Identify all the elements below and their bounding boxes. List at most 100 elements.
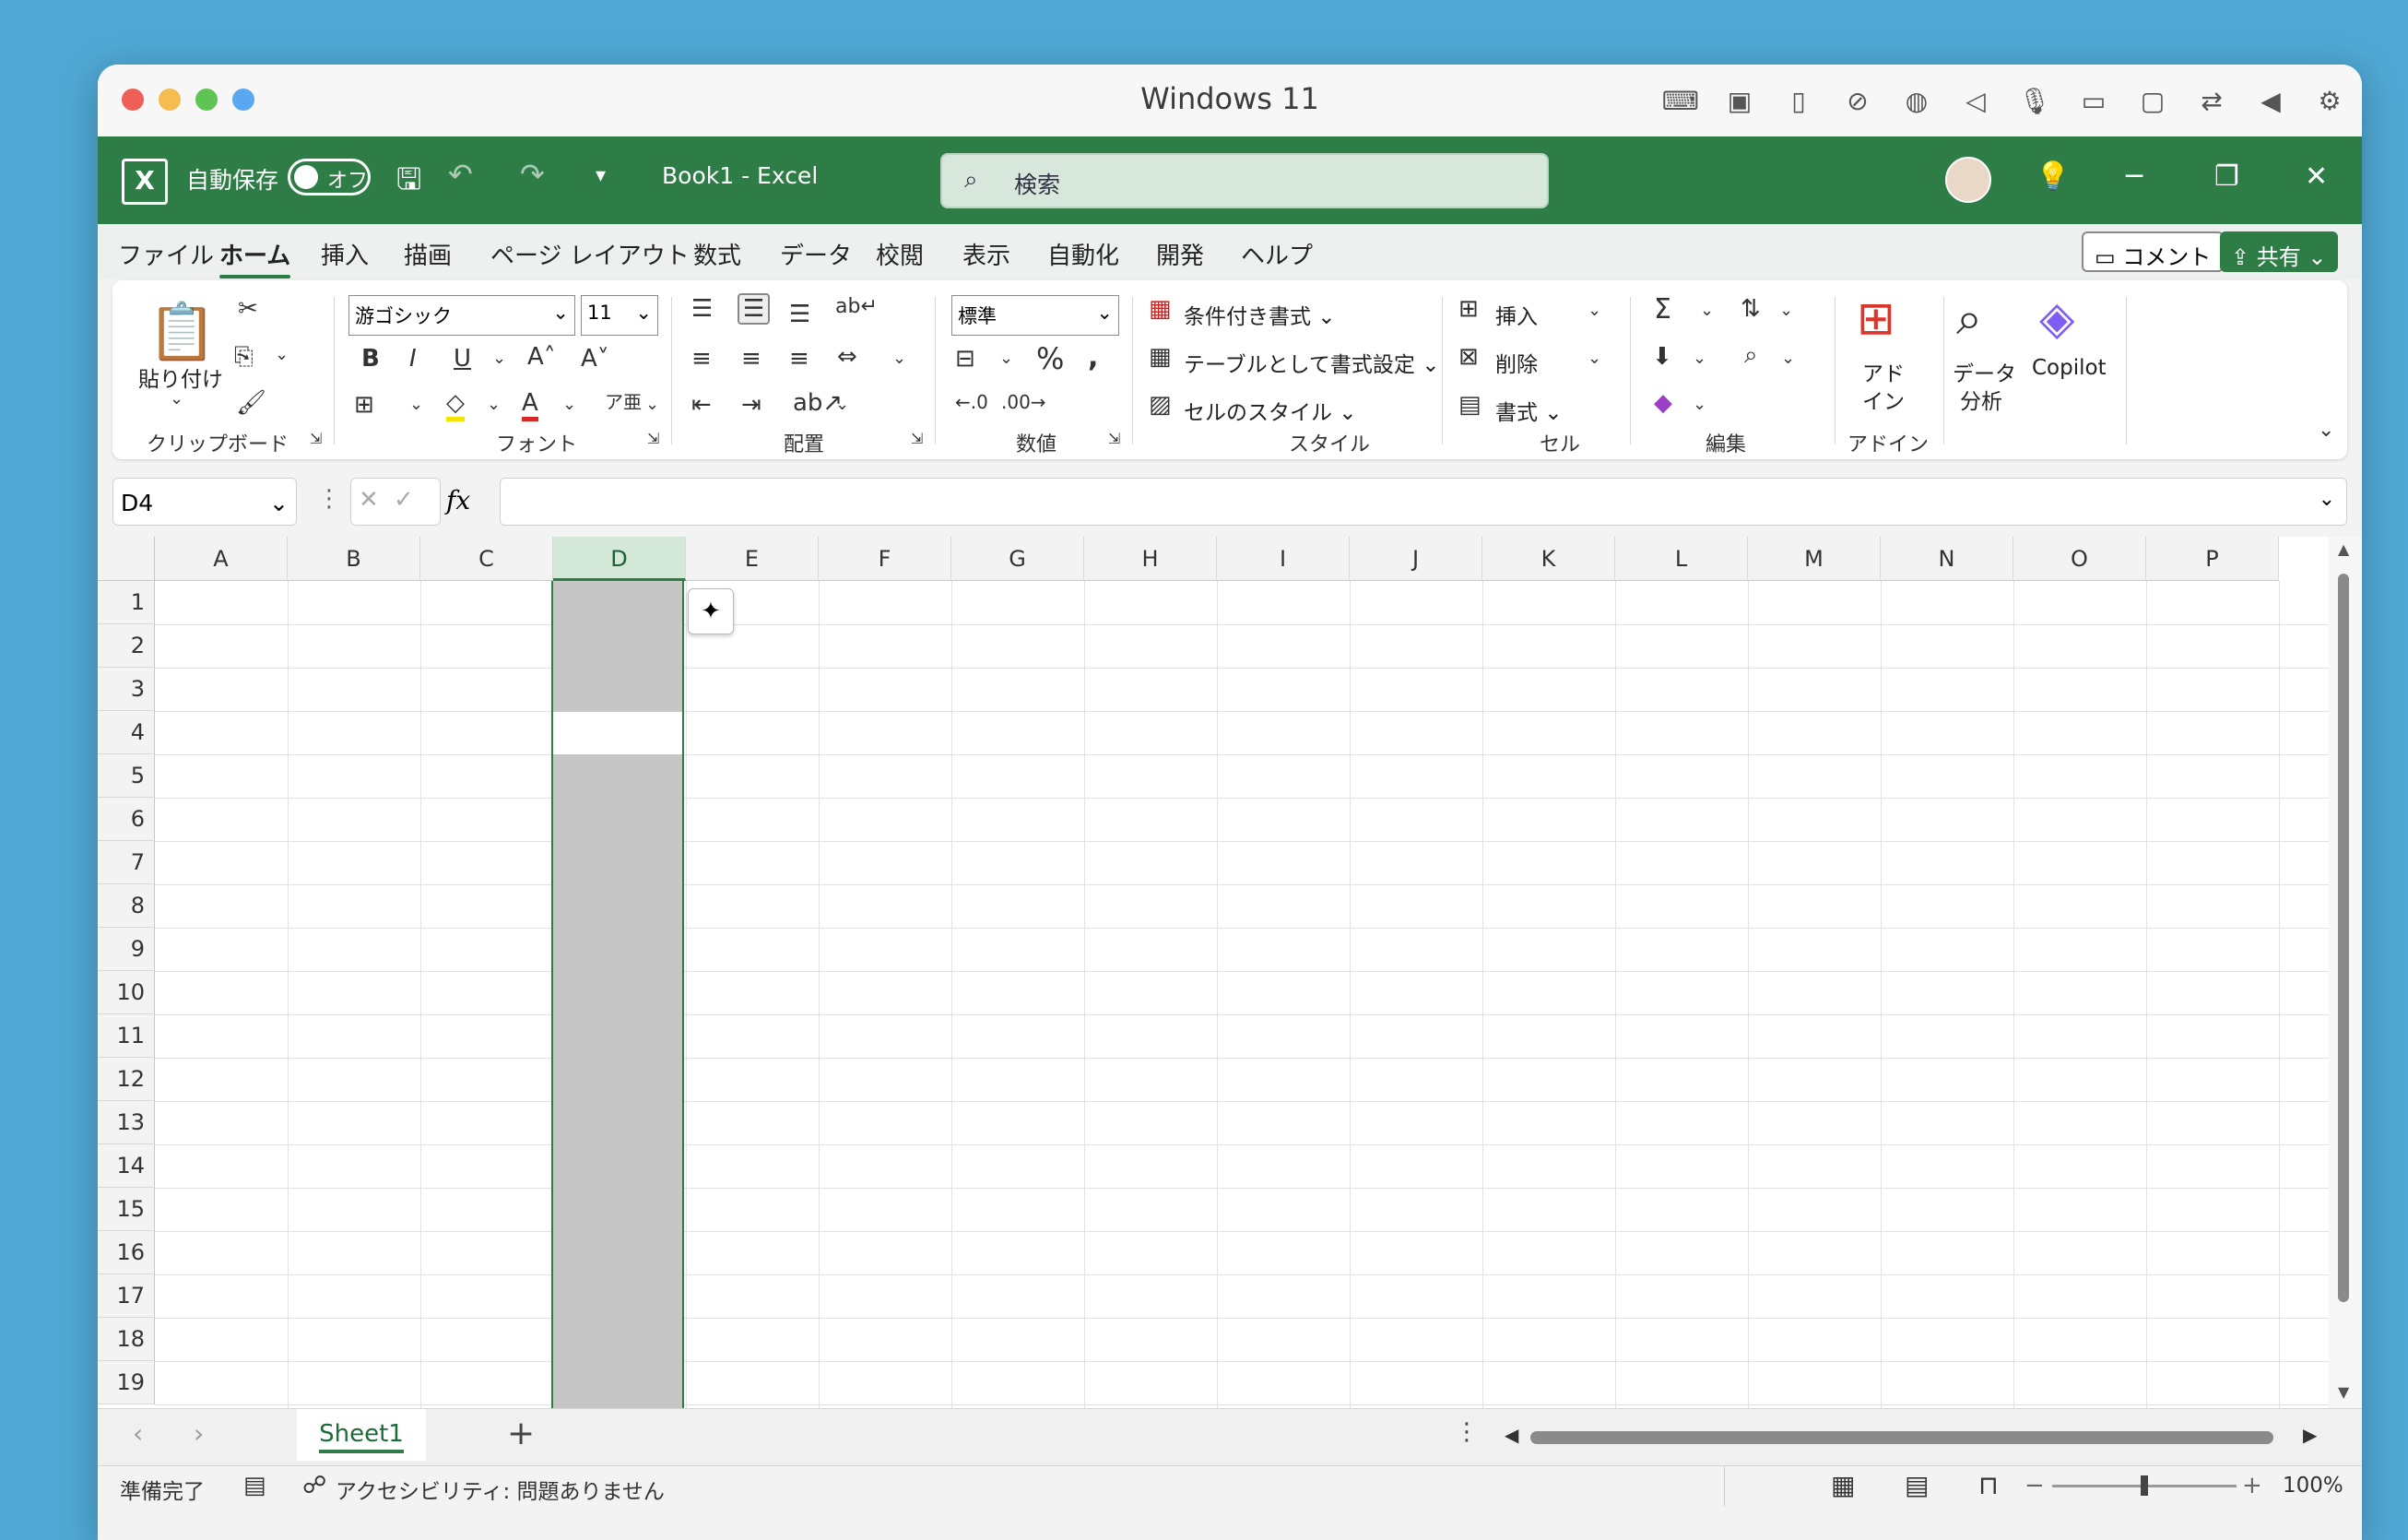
analyze-data-label-2[interactable]: 分析 [1960, 384, 2002, 415]
tab-file[interactable]: ファイル [118, 237, 214, 271]
italic-icon[interactable]: I [409, 345, 417, 373]
borders-dropdown-icon[interactable]: ⌄ [409, 395, 423, 414]
font-name-select[interactable]: 游ゴシック ⌄ [348, 295, 575, 336]
zoom-level[interactable]: 100% [2283, 1474, 2343, 1498]
increase-decimal-icon[interactable]: ←.0 [955, 391, 988, 413]
column-header-g[interactable]: G [951, 537, 1084, 581]
increase-indent-icon[interactable]: ⇥ [741, 391, 761, 419]
column-header-m[interactable]: M [1748, 537, 1881, 581]
align-center-icon[interactable]: ≡ [741, 345, 761, 373]
scroll-right-icon[interactable]: ▶ [2303, 1424, 2317, 1446]
save-icon[interactable]: 🖫 [396, 159, 421, 208]
lightbulb-icon[interactable]: 💡 [2036, 160, 2070, 193]
speaker-icon[interactable]: ◁ [1956, 81, 1995, 120]
conditional-format-button[interactable]: 条件付き書式 ⌄ [1184, 299, 1336, 330]
font-size-select[interactable]: 11 ⌄ [581, 295, 658, 336]
sort-dropdown-icon[interactable]: ⌄ [1779, 301, 1793, 320]
zoom-out-icon[interactable]: − [2024, 1472, 2045, 1499]
decrease-decimal-icon[interactable]: .00→ [1001, 391, 1046, 413]
name-box[interactable]: D4 ⌄ [112, 478, 297, 526]
delete-cells-icon[interactable]: ⊠ [1458, 343, 1479, 371]
row-header-8[interactable]: 8 [98, 884, 155, 928]
insert-dropdown-icon[interactable]: ⌄ [1588, 301, 1601, 320]
tab-help[interactable]: ヘルプ [1241, 237, 1313, 271]
row-header-7[interactable]: 7 [98, 841, 155, 884]
format-as-table-icon[interactable]: ▦ [1149, 343, 1172, 371]
copilot-icon[interactable]: ◈ [2039, 291, 2074, 345]
column-header-l[interactable]: L [1615, 537, 1748, 581]
copilot-label[interactable]: Copilot [2032, 356, 2107, 380]
redo-icon[interactable]: ↷ [520, 157, 545, 192]
tab-formulas[interactable]: 数式 [693, 237, 741, 271]
decrease-font-icon[interactable]: A˅ [581, 345, 609, 373]
orientation-dropdown-icon[interactable]: ⌄ [835, 395, 849, 414]
row-header-5[interactable]: 5 [98, 754, 155, 798]
zoom-slider[interactable] [2052, 1475, 2237, 1496]
row-header-9[interactable]: 9 [98, 928, 155, 971]
search-box[interactable]: ⌕ 検索 [940, 153, 1549, 208]
align-left-icon[interactable]: ≡ [691, 345, 712, 373]
accessibility-status[interactable]: アクセシビリティ: 問題ありません [336, 1474, 665, 1505]
addins-icon[interactable]: ⊞ [1857, 291, 1895, 345]
row-header-19[interactable]: 19 [98, 1361, 155, 1404]
tab-automate[interactable]: 自動化 [1047, 237, 1119, 271]
row-header-18[interactable]: 18 [98, 1318, 155, 1361]
column-header-o[interactable]: O [2013, 537, 2146, 581]
zoom-in-icon[interactable]: + [2242, 1472, 2262, 1499]
zoom-slider-thumb[interactable] [2141, 1475, 2148, 1496]
chip-icon[interactable]: ▣ [1720, 81, 1759, 120]
bold-icon[interactable]: B [361, 345, 380, 373]
number-format-select[interactable]: 標準 ⌄ [951, 295, 1119, 336]
confirm-entry-icon[interactable]: ✓ [394, 486, 414, 514]
clear-icon[interactable]: ◆ [1654, 389, 1672, 417]
tab-data[interactable]: データ [780, 237, 852, 271]
underline-dropdown-icon[interactable]: ⌄ [492, 349, 506, 368]
wrap-text-icon[interactable]: ab↵ [835, 295, 878, 318]
share-button[interactable]: ⇪ 共有 ⌄ [2220, 231, 2338, 272]
page-layout-view-icon[interactable]: ▤ [1905, 1470, 1929, 1500]
active-cell-d4[interactable] [553, 712, 682, 754]
row-header-11[interactable]: 11 [98, 1014, 155, 1058]
folder-share-icon[interactable]: ⇄ [2192, 81, 2231, 120]
tab-view[interactable]: 表示 [962, 237, 1010, 271]
spreadsheet-grid[interactable]: ABCDEFGHIJKLMNOP 1 2 3 4 5 6 7 8 9 10 11 12 13 14 15 16… [98, 537, 2329, 1408]
scroll-left-icon[interactable]: ◀ [1505, 1424, 1518, 1446]
copy-dropdown-icon[interactable]: ⌄ [275, 345, 289, 364]
accounting-dropdown-icon[interactable]: ⌄ [999, 349, 1013, 368]
number-launcher-icon[interactable]: ⇲ [1108, 430, 1120, 447]
tab-home[interactable]: ホーム [219, 237, 291, 278]
format-cells-icon[interactable]: ▤ [1458, 391, 1481, 419]
comma-style-icon[interactable]: , [1088, 341, 1098, 373]
delete-cells-label[interactable]: 削除 [1495, 347, 1538, 378]
row-header-6[interactable]: 6 [98, 798, 155, 841]
horizontal-scrollbar[interactable]: ◀ ▶ [1499, 1422, 2329, 1451]
autosum-icon[interactable]: Σ [1654, 293, 1671, 326]
cancel-entry-icon[interactable]: ✕ [359, 486, 379, 514]
macro-record-icon[interactable]: ▤ [243, 1472, 266, 1499]
row-header-1[interactable]: 1 [98, 581, 155, 624]
select-all-corner[interactable] [98, 537, 155, 581]
keyboard-icon[interactable]: ⌨ [1661, 81, 1700, 120]
fill-color-icon[interactable]: ◇ [446, 389, 465, 421]
undo-icon[interactable]: ↶ [448, 157, 473, 192]
video-icon[interactable]: ▢ [2133, 81, 2172, 120]
cell-styles-icon[interactable]: ▨ [1149, 391, 1172, 419]
more-sheets-icon[interactable]: ⋮ [1455, 1418, 1479, 1446]
analyze-data-icon[interactable]: ⌕ [1956, 291, 1982, 346]
row-header-10[interactable]: 10 [98, 971, 155, 1014]
drive-icon[interactable]: ▭ [2074, 81, 2113, 120]
avatar[interactable] [1945, 157, 1991, 203]
column-header-f[interactable]: F [819, 537, 951, 581]
more-options-icon[interactable]: ⋮ [317, 485, 341, 513]
fill-dropdown-icon[interactable]: ⌄ [487, 395, 501, 414]
close-icon[interactable]: ✕ [2305, 160, 2328, 193]
column-header-e[interactable]: E [686, 537, 819, 581]
phonetic-dropdown-icon[interactable]: ⌄ [645, 395, 659, 414]
clear-dropdown-icon[interactable]: ⌄ [1693, 395, 1706, 414]
vertical-scrollbar[interactable]: ▲ ▼ [2329, 537, 2362, 1408]
column-header-p[interactable]: P [2146, 537, 2279, 581]
microphone-icon[interactable]: 🎙 [2015, 81, 2054, 120]
row-header-17[interactable]: 17 [98, 1274, 155, 1318]
font-color-icon[interactable]: A [522, 389, 538, 421]
sheet-tab-sheet1[interactable]: Sheet1 [297, 1409, 426, 1461]
